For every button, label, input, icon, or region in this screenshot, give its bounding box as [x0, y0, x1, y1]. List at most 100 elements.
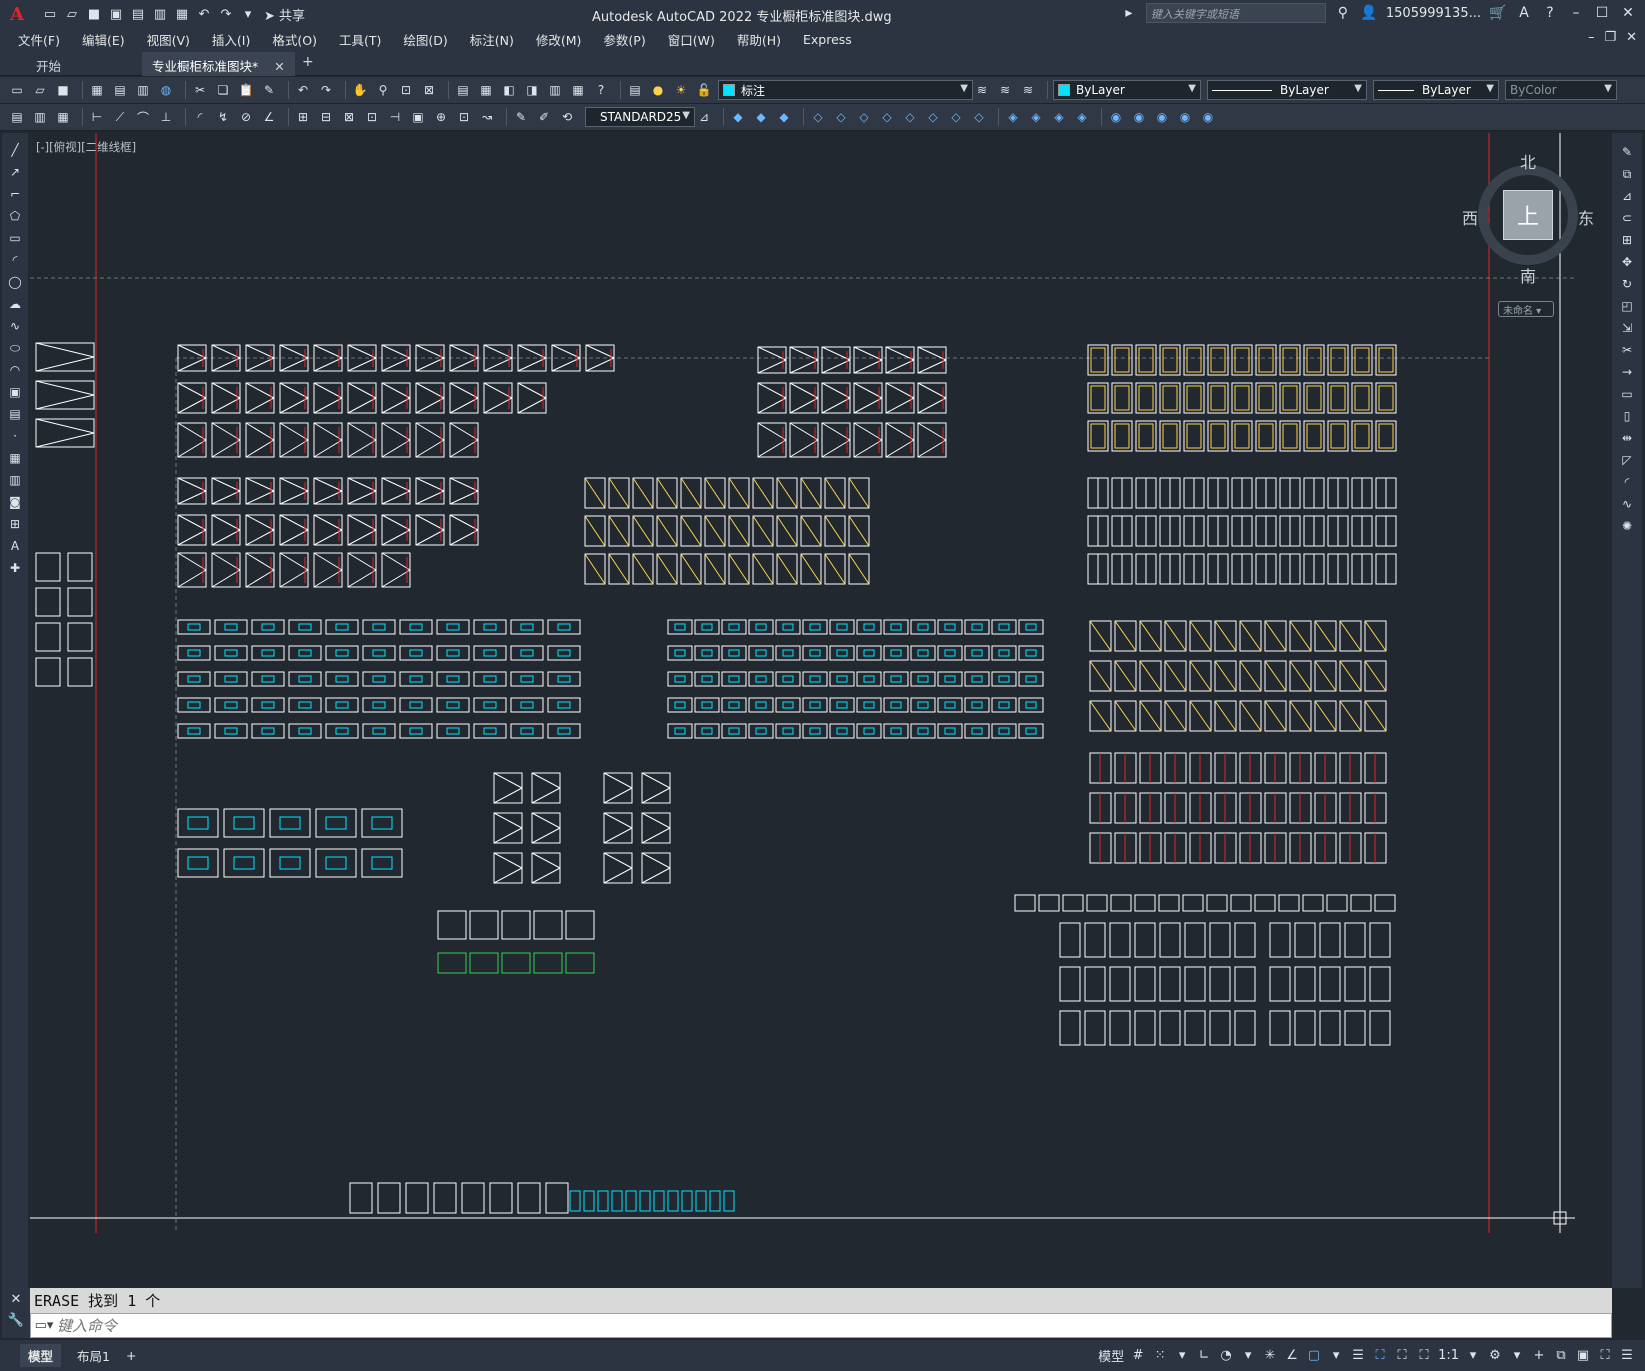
menu-item[interactable]: 修改(M) [536, 30, 582, 49]
chevron-right-icon[interactable]: ▸ [1120, 5, 1138, 21]
region-icon[interactable]: ◙ [6, 495, 24, 515]
design-center-icon[interactable]: ▦ [477, 81, 495, 99]
command-customize-icon[interactable]: 🔧 [2, 1313, 30, 1328]
dim-angular-icon[interactable]: ∠ [260, 108, 278, 126]
menu-item[interactable]: 工具(T) [339, 30, 381, 49]
zoom-previous-icon[interactable]: ⊠ [420, 81, 438, 99]
open-file-icon[interactable]: ▱ [64, 6, 80, 22]
zoom-window-icon[interactable]: ⊡ [397, 81, 415, 99]
menu-item[interactable]: 绘图(D) [403, 30, 447, 49]
lightbulb-icon[interactable]: ● [649, 81, 667, 99]
layer-dropdown[interactable]: 标注 ▼ [718, 80, 973, 100]
dim-jogged-icon[interactable]: ↯ [214, 108, 232, 126]
modify-tool-icon[interactable]: ◇ [970, 108, 988, 126]
spline-icon[interactable]: ∿ [6, 319, 24, 339]
polyline-icon[interactable]: ⌐ [6, 187, 24, 207]
autodesk-a360-icon[interactable]: A [1515, 5, 1533, 21]
clean-screen-icon[interactable]: ⛶ [1597, 1348, 1613, 1363]
modify-tool-icon[interactable]: ◆ [775, 108, 793, 126]
viewcube[interactable]: 上 北 南 东 西 [1462, 153, 1594, 286]
user-name[interactable]: 1505999135... [1386, 6, 1481, 21]
table-icon[interactable]: ⊞ [6, 517, 24, 537]
workspace-dropdown-icon[interactable]: ▾ [1509, 1348, 1525, 1363]
maximize-icon[interactable]: ☐ [1593, 5, 1611, 21]
command-line[interactable]: ▭▾ [30, 1313, 1612, 1338]
modify-tool-icon[interactable]: ◇ [947, 108, 965, 126]
layer-tool-icon[interactable]: ▥ [31, 108, 49, 126]
join-icon[interactable]: ⇹ [1618, 431, 1636, 451]
cart-icon[interactable]: 🛒 [1489, 5, 1507, 21]
dim-ordinate-icon[interactable]: ⊥ [157, 108, 175, 126]
command-input[interactable] [57, 1316, 757, 1335]
dim-aligned-icon[interactable]: ⟋ [111, 108, 129, 126]
user-icon[interactable]: 👤 [1360, 5, 1378, 21]
modify-tool-icon[interactable]: ◆ [729, 108, 747, 126]
construction-line-icon[interactable]: ↗ [6, 165, 24, 185]
markup-icon[interactable]: ▥ [546, 81, 564, 99]
scale-icon[interactable]: ◰ [1618, 299, 1636, 319]
publish-icon[interactable]: ▥ [134, 81, 152, 99]
polygon-icon[interactable]: ⬠ [6, 209, 24, 229]
dim-arc-icon[interactable]: ⌒ [134, 108, 152, 126]
polar-dropdown-icon[interactable]: ▾ [1240, 1348, 1256, 1363]
snap-icon[interactable]: ⁙ [1152, 1348, 1168, 1363]
modify-tool-icon[interactable]: ◇ [832, 108, 850, 126]
preview-icon[interactable]: ▤ [111, 81, 129, 99]
modify-tool-icon[interactable]: ◈ [1027, 108, 1045, 126]
layer-properties-icon[interactable]: ▤ [626, 81, 644, 99]
share-button[interactable]: ➤ 共享 [264, 5, 305, 24]
doc-minimize-icon[interactable]: – [1588, 30, 1595, 45]
redo-icon[interactable]: ↷ [218, 6, 234, 22]
redo-icon[interactable]: ↷ [317, 81, 335, 99]
extend-icon[interactable]: → [1618, 365, 1636, 385]
dimstyle-dropdown[interactable]: STANDARD25 ▼ [585, 107, 695, 127]
menu-item[interactable]: Express [803, 32, 852, 47]
modify-tool-icon[interactable]: ◉ [1153, 108, 1171, 126]
rotate-icon[interactable]: ↻ [1618, 277, 1636, 297]
cut-icon[interactable]: ✂ [191, 81, 209, 99]
customization-icon[interactable]: ☰ [1619, 1348, 1635, 1363]
annotation-scale-value[interactable]: 1:1 [1438, 1348, 1459, 1363]
wcs-menu[interactable]: 未命名 ▾ [1498, 301, 1554, 317]
tool-palettes-icon[interactable]: ◧ [500, 81, 518, 99]
trim-icon[interactable]: ✂ [1618, 343, 1636, 363]
web-icon[interactable]: ▥ [152, 6, 168, 22]
layer-previous-icon[interactable]: ≋ [996, 81, 1014, 99]
ellipse-arc-icon[interactable]: ◠ [6, 363, 24, 383]
break-point-icon[interactable]: ▭ [1618, 387, 1636, 407]
scale-dropdown-icon[interactable]: ▾ [1465, 1348, 1481, 1363]
modify-tool-icon[interactable]: ◇ [855, 108, 873, 126]
undo-icon[interactable]: ↶ [294, 81, 312, 99]
lineweight-dropdown[interactable]: ByLayer ▼ [1373, 80, 1499, 100]
jogged-linear-icon[interactable]: ↝ [478, 108, 496, 126]
menu-item[interactable]: 参数(P) [603, 30, 645, 49]
dim-space-icon[interactable]: ⊡ [363, 108, 381, 126]
menu-item[interactable]: 帮助(H) [737, 30, 781, 49]
autocad-logo-icon[interactable]: A [6, 3, 28, 25]
menu-item[interactable]: 文件(F) [18, 30, 60, 49]
ortho-icon[interactable]: ∟ [1196, 1348, 1212, 1363]
command-close-icon[interactable]: ✕ [2, 1292, 30, 1307]
add-selected-icon[interactable]: ✚ [6, 561, 24, 581]
plus-icon[interactable]: + [1531, 1348, 1547, 1363]
sun-icon[interactable]: ☀ [672, 81, 690, 99]
properties-icon[interactable]: ▤ [454, 81, 472, 99]
search-input[interactable]: 键入关键字或短语 [1145, 3, 1326, 23]
menu-item[interactable]: 窗口(W) [668, 30, 715, 49]
circle-icon[interactable]: ◯ [6, 275, 24, 295]
quick-dim-icon[interactable]: ⊞ [294, 108, 312, 126]
dim-break-icon[interactable]: ⊣ [386, 108, 404, 126]
annotation-visibility-icon[interactable]: ⛶ [1372, 1348, 1388, 1363]
tab-model[interactable]: 模型 [20, 1344, 62, 1367]
help-icon[interactable]: ? [592, 81, 610, 99]
match-prop-icon[interactable]: ✎ [260, 81, 278, 99]
calculator-icon[interactable]: ▦ [569, 81, 587, 99]
plotstyle-dropdown[interactable]: ByColor ▼ [1505, 80, 1617, 100]
workspace-gear-icon[interactable]: ⚙ [1487, 1348, 1503, 1363]
modify-tool-icon[interactable]: ◉ [1199, 108, 1217, 126]
modify-tool-icon[interactable]: ◈ [1004, 108, 1022, 126]
break-icon[interactable]: ▯ [1618, 409, 1636, 429]
chamfer-icon[interactable]: ◸ [1618, 453, 1636, 473]
fillet-icon[interactable]: ◜ [1618, 475, 1636, 495]
menu-item[interactable]: 格式(O) [272, 30, 317, 49]
